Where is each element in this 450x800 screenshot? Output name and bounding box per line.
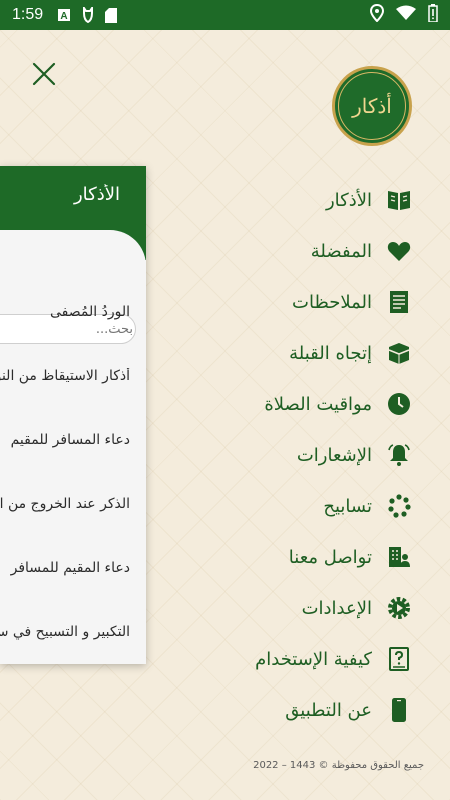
clock-icon xyxy=(386,391,412,417)
phone-icon xyxy=(386,697,412,723)
menu-label: تسابيح xyxy=(323,495,372,517)
menu-label: إتجاه القبلة xyxy=(289,342,372,364)
list-item[interactable]: التكبير و التسبيح في سير السفر xyxy=(0,624,130,640)
list-item[interactable]: دعاء المقيم للمسافر xyxy=(0,560,130,576)
list-item[interactable]: أذكار الاستيقاظ من النوم xyxy=(0,368,130,384)
notes-icon xyxy=(386,289,412,315)
kaaba-icon xyxy=(386,340,412,366)
menu-item-notifications[interactable]: الإشعارات xyxy=(297,431,412,479)
menu-item-settings[interactable]: الإعدادات xyxy=(302,584,412,632)
copyright-footer: جميع الحقوق محفوظة © 1443 – 2022 xyxy=(253,760,424,771)
location-icon xyxy=(369,3,385,26)
heart-icon xyxy=(386,238,412,264)
close-icon xyxy=(32,62,56,86)
a-box-icon: A xyxy=(57,8,71,22)
menu-item-about[interactable]: عن التطبيق xyxy=(285,686,412,734)
menu-label: مواقيت الصلاة xyxy=(264,393,372,415)
menu-item-tasabeeh[interactable]: تسابيح xyxy=(323,482,412,530)
book-icon xyxy=(386,187,412,213)
bell-icon xyxy=(386,442,412,468)
list-item[interactable]: الوردُ المُصفى xyxy=(0,304,130,320)
menu-item-favorites[interactable]: المفضلة xyxy=(311,227,412,275)
cat-icon xyxy=(81,7,95,23)
menu-item-contact[interactable]: تواصل معنا xyxy=(289,533,412,581)
status-bar: 1:59 A xyxy=(0,0,450,30)
contact-icon xyxy=(386,544,412,570)
menu-label: الأذكار xyxy=(325,189,372,211)
menu-item-qibla[interactable]: إتجاه القبلة xyxy=(289,329,412,377)
menu-label: المفضلة xyxy=(310,240,372,262)
svg-text:A: A xyxy=(61,11,68,22)
menu-label: الإعدادات xyxy=(301,597,372,619)
app-logo: أذكار xyxy=(332,66,412,146)
menu-label: تواصل معنا xyxy=(288,546,372,568)
wifi-icon xyxy=(396,5,416,25)
card-title: الأذكار xyxy=(73,184,120,205)
list-item[interactable]: الذكر عند الخروج من المنزل xyxy=(0,496,130,512)
app-logo-text: أذكار xyxy=(338,72,406,140)
menu-item-azkar[interactable]: الأذكار xyxy=(326,176,412,224)
battery-icon xyxy=(428,4,438,26)
status-time: 1:59 xyxy=(12,6,44,23)
card-header: الأذكار xyxy=(0,166,146,230)
main-content-card[interactable]: الأذكار الوردُ المُصفى أذكار الاستيقاظ م… xyxy=(0,166,146,664)
menu-item-notes[interactable]: الملاحظات xyxy=(292,278,412,326)
menu-item-how-to-use[interactable]: كيفية الإستخدام xyxy=(255,635,412,683)
menu-label: كيفية الإستخدام xyxy=(255,648,372,670)
help-icon xyxy=(386,646,412,672)
menu-item-prayer-times[interactable]: مواقيت الصلاة xyxy=(264,380,412,428)
menu-label: الملاحظات xyxy=(292,291,372,313)
settings-icon xyxy=(386,595,412,621)
close-button[interactable] xyxy=(30,60,58,88)
list-item[interactable]: دعاء المسافر للمقيم xyxy=(0,432,130,448)
beads-icon xyxy=(386,493,412,519)
sd-card-icon xyxy=(105,7,118,23)
menu-label: عن التطبيق xyxy=(285,699,372,721)
menu-label: الإشعارات xyxy=(296,444,372,466)
